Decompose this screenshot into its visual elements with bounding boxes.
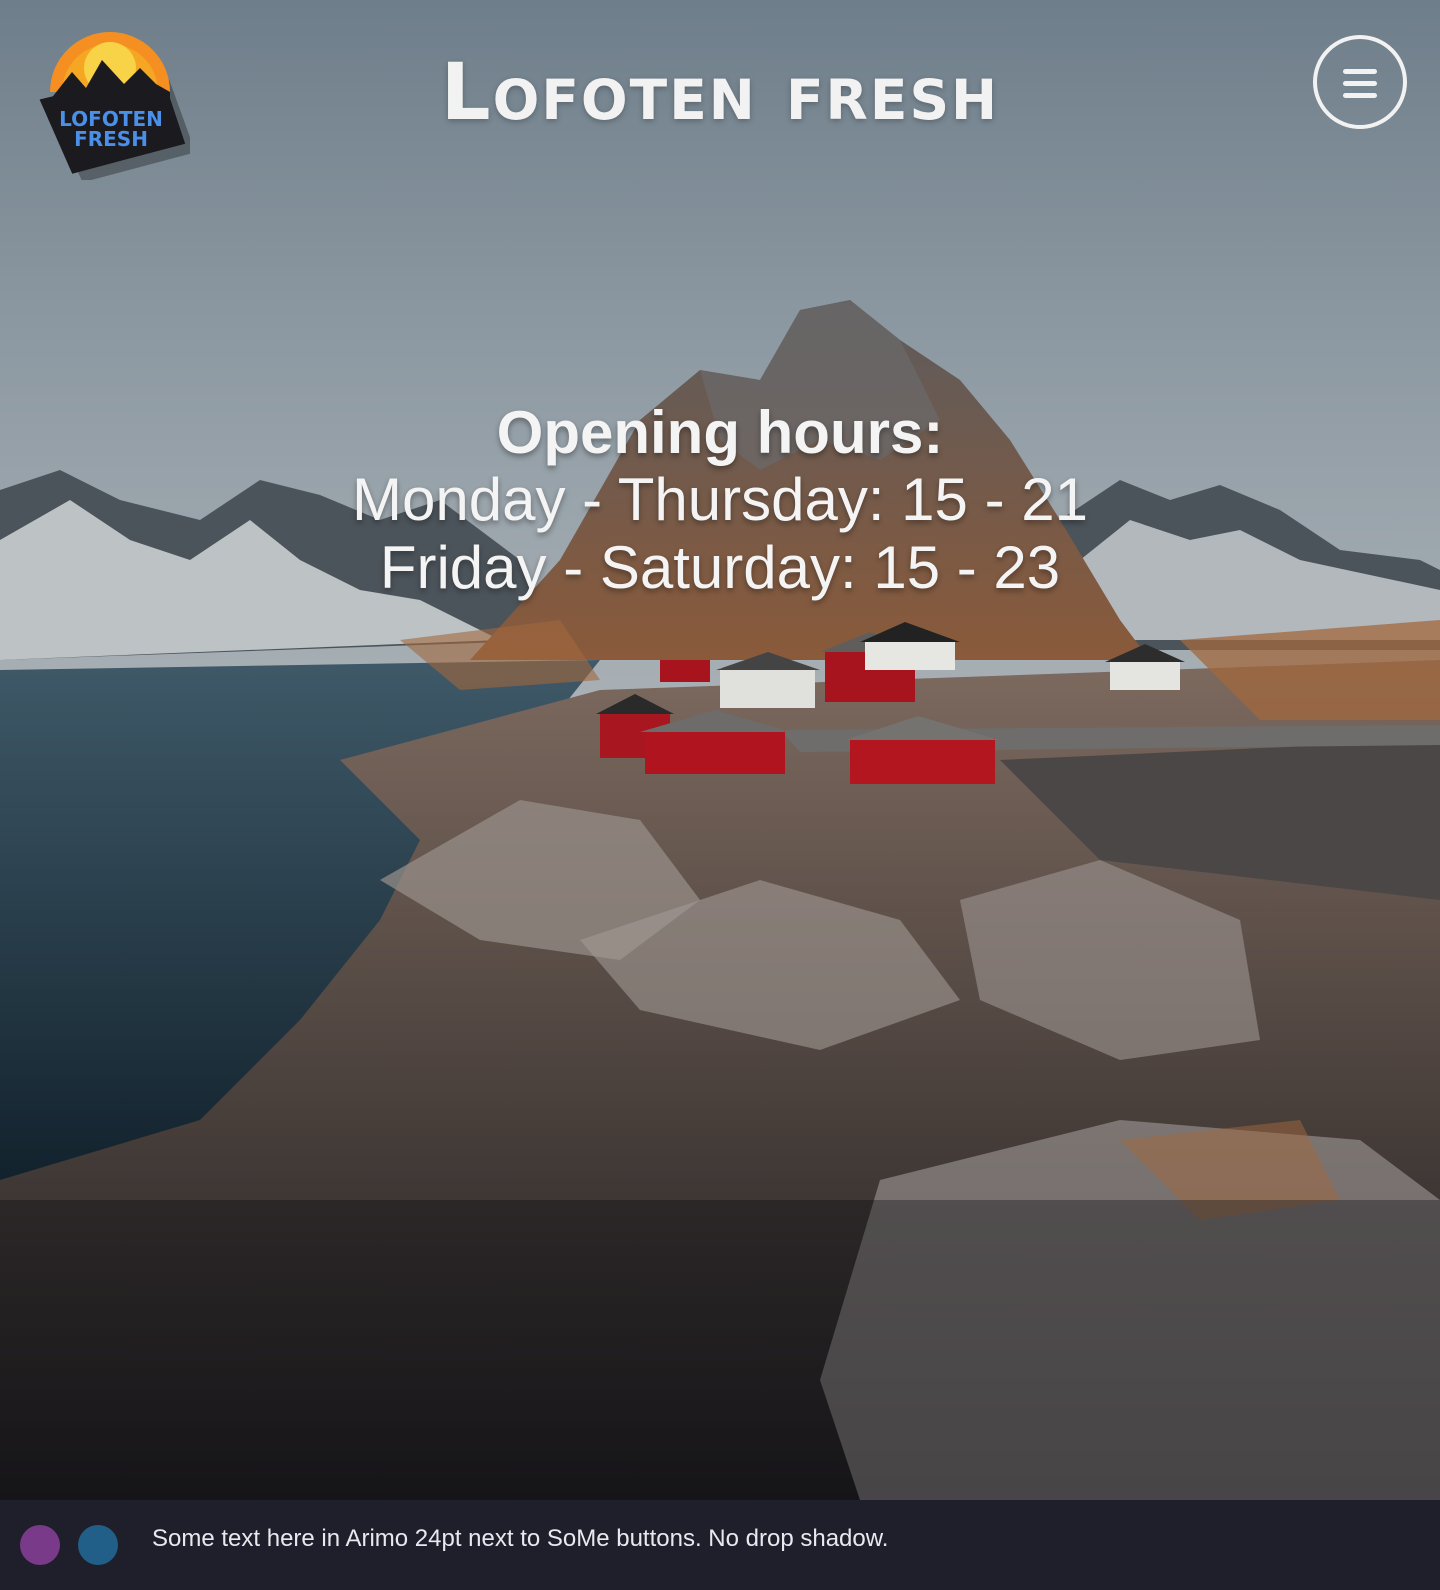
footer-text: Some text here in Arimo 24pt next to SoM… (152, 1525, 889, 1552)
weekend-hours: Friday - Saturday: 15 - 23 (379, 534, 1061, 601)
opening-hours-heading: Opening hours: (496, 399, 944, 466)
opening-hours: Opening hours: Monday - Thursday: 15 - 2… (0, 400, 1440, 602)
site-title: Lofoten fresh (440, 48, 1000, 138)
footer: Some text here in Arimo 24pt next to SoM… (0, 1500, 1440, 1590)
social-button-blue[interactable] (78, 1525, 118, 1565)
social-button-purple[interactable] (20, 1525, 60, 1565)
menu-button[interactable] (1313, 35, 1407, 129)
landscape-background-image (0, 0, 1440, 1500)
weekday-hours: Monday - Thursday: 15 - 21 (352, 466, 1088, 533)
hero-section: LOFOTEN FRESH Lofoten fresh Opening hour… (0, 0, 1440, 1500)
